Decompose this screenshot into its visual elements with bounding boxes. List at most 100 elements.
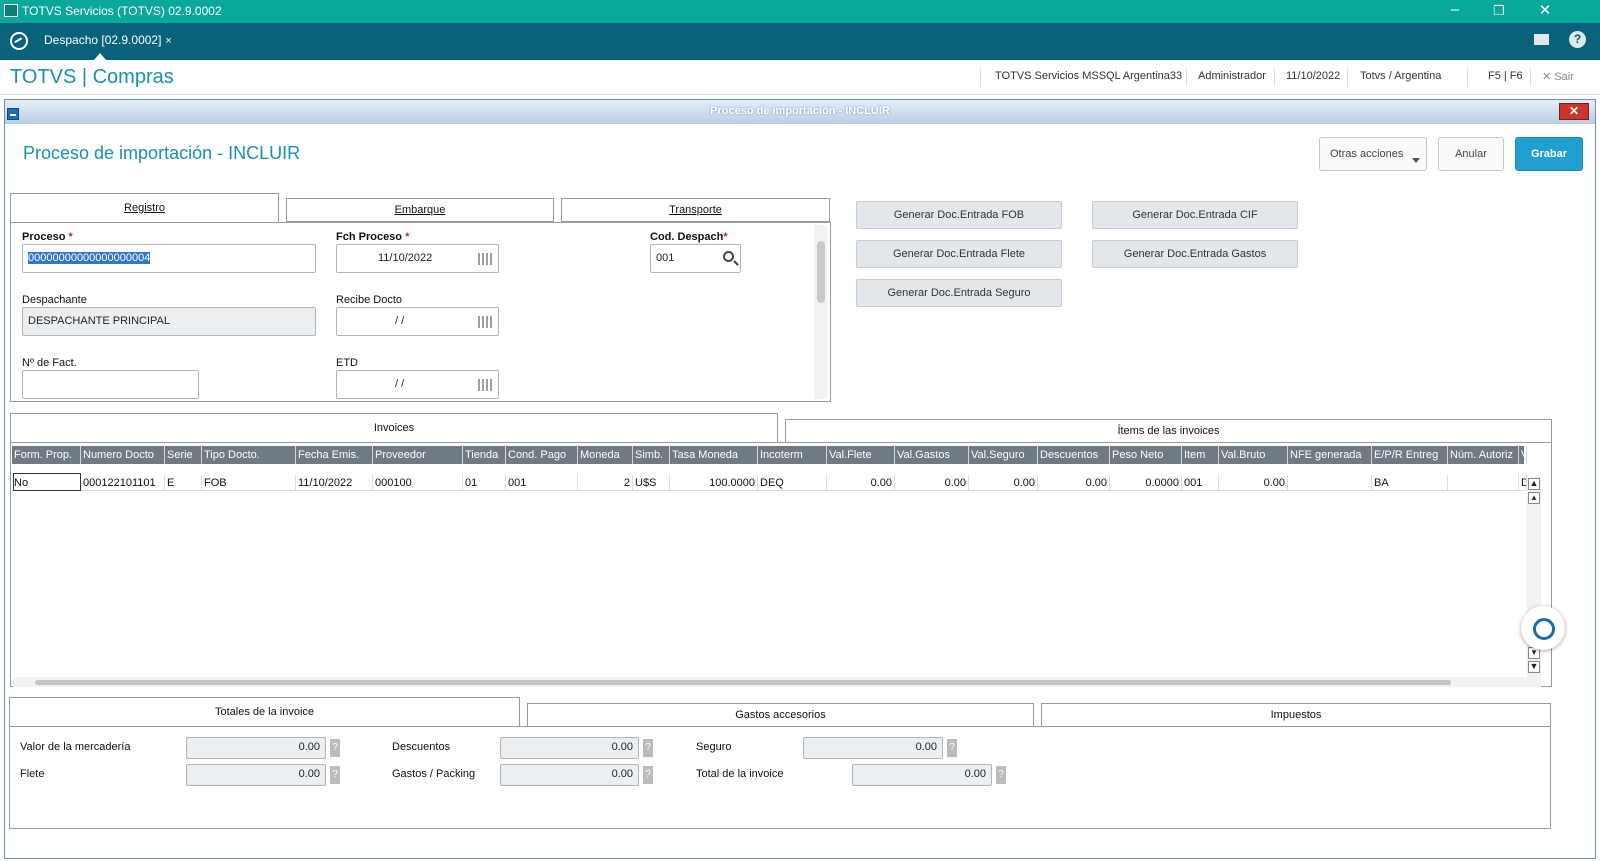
column-header[interactable]: Form. Prop.	[12, 446, 81, 464]
table-cell[interactable]: D	[1519, 475, 1527, 491]
help-icon[interactable]: ?	[330, 766, 340, 784]
column-header[interactable]: Val.Flete	[827, 446, 895, 464]
column-header[interactable]: Tipo Docto.	[202, 446, 296, 464]
table-cell[interactable]: E	[165, 475, 202, 491]
table-cell[interactable]: 0.00	[827, 475, 895, 491]
column-header[interactable]: Serie	[165, 446, 202, 464]
scroll-up-icon[interactable]: ▴	[1528, 492, 1540, 504]
total-invoice-input[interactable]: 0.00	[852, 764, 992, 786]
seguro-input[interactable]: 0.00	[803, 737, 943, 759]
tab-gastos[interactable]: Gastos accesorios	[527, 703, 1034, 727]
gen-fob-button[interactable]: Generar Doc.Entrada FOB	[856, 201, 1062, 229]
fch-proceso-input[interactable]: 11/10/2022	[336, 244, 499, 273]
scroll-thumb[interactable]	[817, 241, 825, 303]
tab-totales[interactable]: Totales de la invoice	[9, 697, 520, 727]
gastos-packing-input[interactable]: 0.00	[500, 764, 639, 786]
dialog-close-button[interactable]: ✕	[1559, 103, 1589, 120]
table-cell[interactable]: 0.00	[969, 475, 1038, 491]
tab-despacho[interactable]: Despacho [02.9.0002] ×	[36, 23, 180, 60]
column-header[interactable]: Proveedor	[373, 446, 463, 464]
gen-gastos-button[interactable]: Generar Doc.Entrada Gastos	[1092, 240, 1298, 268]
column-header[interactable]: NFE generada	[1288, 446, 1372, 464]
maximize-button[interactable]: ❐	[1484, 3, 1514, 19]
column-header[interactable]: Tasa Moneda	[670, 446, 758, 464]
hscroll-thumb[interactable]	[35, 680, 1451, 685]
table-cell[interactable]: BA	[1372, 475, 1448, 491]
tab-impuestos[interactable]: Impuestos	[1041, 703, 1551, 727]
calendar-icon[interactable]	[478, 253, 492, 265]
form-scrollbar[interactable]	[814, 225, 827, 399]
column-header[interactable]: Descuentos	[1038, 446, 1110, 464]
column-header[interactable]: Fecha Emis.	[296, 446, 373, 464]
exit-button[interactable]: ✕ Sair	[1542, 70, 1574, 83]
tab-transporte[interactable]: Transporte	[561, 198, 830, 222]
calendar-icon[interactable]	[478, 316, 492, 328]
flete-input[interactable]: 0.00	[186, 764, 326, 786]
table-cell[interactable]: 0.00	[1038, 475, 1110, 491]
column-header[interactable]: V	[1519, 446, 1527, 464]
etd-input[interactable]: / /	[336, 370, 499, 399]
help-icon[interactable]: ?	[643, 766, 653, 784]
column-header[interactable]: Val.Seguro	[969, 446, 1038, 464]
gen-seguro-button[interactable]: Generar Doc.Entrada Seguro	[856, 279, 1062, 307]
mercaderia-input[interactable]: 0.00	[186, 737, 326, 759]
despachante-input[interactable]: DESPACHANTE PRINCIPAL	[22, 307, 316, 336]
gen-flete-button[interactable]: Generar Doc.Entrada Flete	[856, 240, 1062, 268]
table-cell[interactable]: U$S	[633, 475, 670, 491]
tab-invoices[interactable]: Invoices	[10, 413, 778, 443]
help-icon[interactable]: ?	[947, 739, 957, 757]
descuentos-input[interactable]: 0.00	[500, 737, 639, 759]
tab-registro[interactable]: Registro	[10, 193, 279, 223]
table-cell[interactable]: DEQ	[758, 475, 827, 491]
recibe-docto-input[interactable]: / /	[336, 307, 499, 336]
table-cell[interactable]: 0.00	[1219, 475, 1288, 491]
table-cell[interactable]: 000100	[373, 475, 463, 491]
scroll-top-icon[interactable]: ▲	[1528, 478, 1540, 490]
help-icon[interactable]: ?	[643, 739, 653, 757]
mail-icon[interactable]	[1534, 34, 1549, 45]
column-header[interactable]: Item	[1182, 446, 1219, 464]
help-icon[interactable]: ?	[996, 766, 1006, 784]
table-cell[interactable]	[1288, 475, 1372, 491]
calendar-icon[interactable]	[478, 379, 492, 391]
other-actions-button[interactable]: Otras acciones	[1319, 137, 1427, 171]
gen-cif-button[interactable]: Generar Doc.Entrada CIF	[1092, 201, 1298, 229]
cancel-button[interactable]: Anular	[1438, 137, 1504, 171]
proceso-input[interactable]: 00000000000000000004	[22, 244, 316, 273]
help-icon[interactable]: ?	[1569, 31, 1586, 48]
table-cell[interactable]: 001	[506, 475, 578, 491]
tab-items-invoices[interactable]: Ítems de las invoices	[785, 419, 1552, 443]
column-header[interactable]: Val.Bruto	[1219, 446, 1288, 464]
table-cell[interactable]: 000122101101	[81, 475, 165, 491]
table-cell[interactable]: FOB	[202, 475, 296, 491]
cod-despach-input[interactable]: 001	[650, 244, 741, 273]
column-header[interactable]: Incoterm	[758, 446, 827, 464]
table-cell[interactable]: 001	[1182, 475, 1219, 491]
column-header[interactable]: E/P/R Entreg	[1372, 446, 1448, 464]
tab-close-icon[interactable]: ×	[165, 35, 171, 47]
table-cell[interactable]	[1448, 475, 1519, 491]
search-icon[interactable]	[723, 251, 734, 262]
column-header[interactable]: Cond. Pago	[506, 446, 578, 464]
help-icon[interactable]: ?	[330, 739, 340, 757]
window-close-button[interactable]: ✕	[1530, 1, 1560, 19]
scroll-bottom-icon[interactable]: ▼	[1528, 661, 1540, 673]
table-cell[interactable]: 11/10/2022	[296, 475, 373, 491]
home-icon[interactable]	[10, 32, 28, 50]
save-button[interactable]: Grabar	[1515, 137, 1583, 171]
column-header[interactable]: Simb.	[633, 446, 670, 464]
column-header[interactable]: Numero Docto	[81, 446, 165, 464]
grid-vscroll[interactable]: ▲ ▴ ▾ ▼	[1527, 477, 1541, 687]
table-cell[interactable]: 01	[463, 475, 506, 491]
column-header[interactable]: Peso Neto	[1110, 446, 1182, 464]
column-header[interactable]: Núm. Autoriz	[1448, 446, 1519, 464]
chat-help-icon[interactable]	[1521, 606, 1565, 650]
table-cell[interactable]: 0.0000	[1110, 475, 1182, 491]
factura-input[interactable]	[22, 370, 199, 399]
table-cell[interactable]: 100.0000	[670, 475, 758, 491]
minimize-button[interactable]: –	[1440, 1, 1470, 18]
column-header[interactable]: Val.Gastos	[895, 446, 969, 464]
tab-embarque[interactable]: Embarque	[286, 198, 554, 222]
column-header[interactable]: Moneda	[578, 446, 633, 464]
table-cell[interactable]: 2	[578, 475, 633, 491]
